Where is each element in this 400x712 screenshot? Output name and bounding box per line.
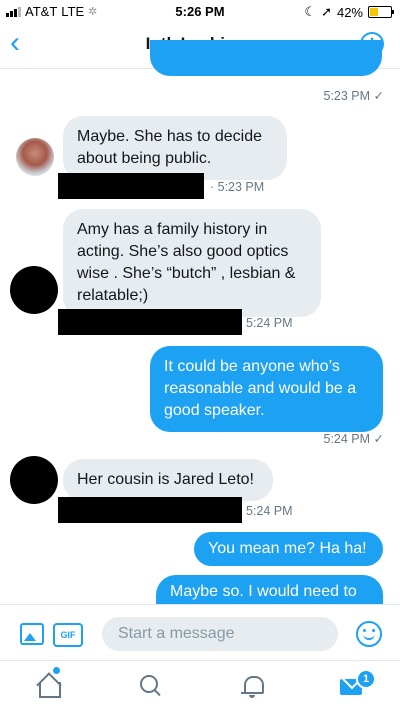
- message-timestamp: 5:24 PM ✓: [323, 432, 385, 446]
- battery-percent: 42%: [336, 4, 363, 20]
- battery-icon: [368, 6, 394, 18]
- message-timestamp: 5:24 PM: [246, 316, 293, 330]
- gif-button[interactable]: GIF: [53, 623, 83, 647]
- moon-icon: ☾: [304, 4, 317, 19]
- message-bubble-incoming[interactable]: Amy has a family history in acting. She’…: [63, 209, 321, 317]
- messages-tab[interactable]: 1: [340, 666, 376, 699]
- message-bubble-incoming[interactable]: Maybe. She has to decide about being pub…: [63, 116, 287, 180]
- home-tab[interactable]: [36, 667, 62, 699]
- sender-avatar[interactable]: [10, 266, 58, 314]
- message-bubble-outgoing[interactable]: You mean me? Ha ha!: [194, 532, 383, 566]
- sender-avatar[interactable]: [10, 456, 58, 504]
- status-bar: AT&T LTE ✲ 5:26 PM ☾ ➚ 42%: [0, 0, 400, 22]
- message-timestamp: 5:24 PM: [246, 504, 293, 518]
- tab-bar: 1: [0, 660, 400, 712]
- search-tab[interactable]: [138, 673, 164, 699]
- message-timestamp: 5:23 PM ✓: [323, 89, 385, 103]
- search-icon-handle: [153, 689, 161, 697]
- message-timestamp: · 5:23 PM: [210, 180, 265, 194]
- location-icon: ➚: [321, 4, 332, 19]
- redacted-sender-name: [58, 497, 242, 523]
- message-bubble-outgoing[interactable]: It could be anyone who’s reasonable and …: [150, 346, 383, 432]
- redacted-sender-name: [58, 173, 204, 199]
- emoji-icon[interactable]: [356, 621, 382, 647]
- image-icon[interactable]: [20, 623, 44, 645]
- message-composer: GIF: [0, 604, 400, 661]
- message-bubble-outgoing[interactable]: [150, 40, 382, 76]
- message-bubble-incoming[interactable]: Her cousin is Jared Leto!: [63, 459, 273, 501]
- message-input[interactable]: [102, 617, 338, 651]
- bell-icon-clapper: [249, 695, 255, 698]
- status-right: ☾ ➚ 42%: [304, 4, 394, 20]
- messages-badge: 1: [356, 669, 376, 689]
- bell-icon-base: [241, 692, 263, 694]
- redacted-sender-name: [58, 309, 242, 335]
- new-content-dot: [53, 667, 60, 674]
- sender-avatar[interactable]: [16, 138, 54, 176]
- notifications-tab[interactable]: [240, 673, 266, 699]
